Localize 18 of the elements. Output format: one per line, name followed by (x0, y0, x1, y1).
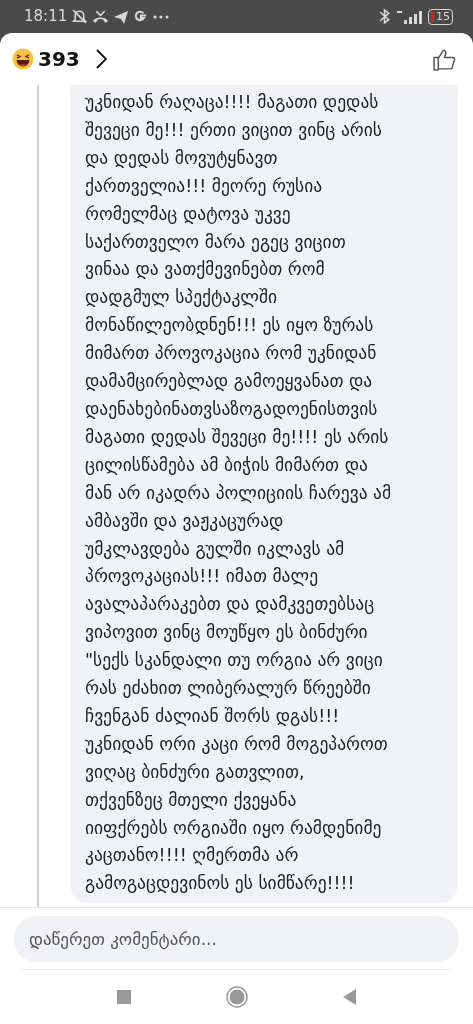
send-icon (113, 8, 130, 25)
home-icon[interactable] (226, 986, 248, 1008)
laughing-emoji-icon (12, 48, 34, 70)
chevron-right-icon[interactable] (95, 49, 107, 69)
recents-icon[interactable] (117, 990, 132, 1004)
thumbs-up-icon[interactable] (432, 46, 457, 72)
status-time: 18:11 (24, 6, 68, 28)
muted-bell-icon (71, 8, 89, 25)
bluetooth-icon (379, 8, 390, 25)
battery-level: 15 (436, 11, 450, 22)
g-logo-icon (133, 9, 149, 24)
missed-call-icon (92, 8, 110, 25)
comment-field[interactable]: დაწერეთ კომენტარი... (14, 916, 459, 962)
comment-text: უკნიდან რაღაცა!!!! მაგათი დედას შევეცი მე!!! ერთი ვიცით ვინც არის და დედას მოვუტყნავთ ქართველია!!! მეორე რუსია რომელმაც დატოვა უკვე საქართველო მარა ეგეც ვიცით ვინაა და ვათქმევინებთ რომ დადგმულ სპექტაკლში მონაწილეობდნენ!!! ეს იყო ზურას მიმართ პროვოკაცია რომ უკნიდან დამამცირებლად გამოეყვანათ და დაენახებინათვსაზოგადოენისთვის მაგათი დედას შევეცი მე!!!! ეს არის ცილისწამება ამ ბიჭის მიმართ და მან არ იკადრა პოლიციის ჩარევა ამ ამბავში და ვაჟკაცურად უმკლავდება გულში იკლავს ამ პროვოკაციას!!! იმათ მალე ავალაპარაკებთ და დამკვეთებსაც ვიპოვით ვინც მოუწყო ეს ბინძური "სექს სკანდალი თუ ორგია არ ვიცი რას ეძახით ლიბერალურ წრეებში ჩვენგან ძალიან შორს დგას!!! უკნიდან ორი კაცი რომ მოგეპაროთ ვიღაც ბინძური გათვლით, თქვენზეც მთელი ქვეყანა იიფქრებს ორგიაში იყო რამდენიმე კაცთანო!!!! ღმერთმა არ გამოგაცდევინოს ეს სიმწარე!!!! (85, 91, 393, 896)
signal-icon (394, 8, 424, 25)
reaction-count[interactable]: 393 (38, 44, 80, 74)
more-icon (152, 13, 171, 20)
back-icon[interactable] (342, 989, 356, 1005)
